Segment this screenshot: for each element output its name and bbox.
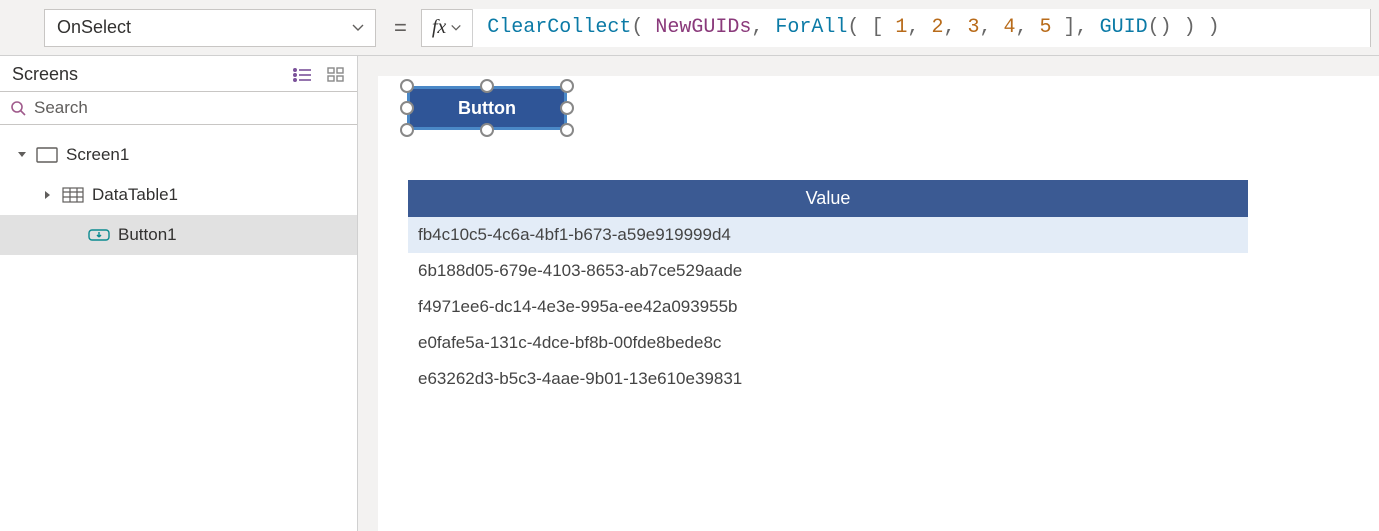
- formula-token: (: [631, 16, 655, 39]
- button-icon: [88, 227, 110, 243]
- formula-token: 1: [895, 16, 907, 39]
- tree-header: Screens: [0, 56, 357, 91]
- formula-token: 5: [1040, 16, 1052, 39]
- equals-sign: =: [386, 15, 411, 41]
- table-row[interactable]: fb4c10c5-4c6a-4bf1-b673-a59e919999d4: [408, 217, 1248, 253]
- resize-handle[interactable]: [480, 79, 494, 93]
- screen-icon: [36, 147, 58, 163]
- search-placeholder: Search: [34, 98, 88, 118]
- search-input[interactable]: Search: [0, 91, 357, 125]
- expand-icon[interactable]: [42, 190, 54, 200]
- main-area: Screens: [0, 56, 1379, 531]
- formula-token: ,: [907, 16, 931, 39]
- tree-item-screen1[interactable]: Screen1: [0, 135, 357, 175]
- formula-input[interactable]: ClearCollect( NewGUIDs, ForAll( [ 1, 2, …: [473, 9, 1370, 47]
- canvas[interactable]: Button Value fb4c10c5-4c6a-4bf1-b673-a59…: [358, 56, 1379, 531]
- button-control-text: Button: [458, 98, 516, 119]
- table-row[interactable]: e63262d3-b5c3-4aae-9b01-13e610e39831: [408, 361, 1248, 397]
- table-row[interactable]: f4971ee6-dc14-4e3e-995a-ee42a093955b: [408, 289, 1248, 325]
- collapse-icon[interactable]: [16, 150, 28, 160]
- resize-handle[interactable]: [560, 101, 574, 115]
- formula-bar: OnSelect = fx ClearCollect( NewGUIDs, Fo…: [0, 0, 1379, 56]
- resize-handle[interactable]: [400, 101, 414, 115]
- formula-token: NewGUIDs: [655, 16, 751, 39]
- formula-token: 3: [967, 16, 979, 39]
- grid-view-icon[interactable]: [327, 67, 345, 83]
- formula-token: ,: [943, 16, 967, 39]
- chevron-down-icon: [351, 21, 365, 35]
- tree-item-label: Button1: [118, 225, 177, 245]
- data-table[interactable]: Value fb4c10c5-4c6a-4bf1-b673-a59e919999…: [408, 180, 1248, 397]
- search-icon: [10, 100, 26, 116]
- tree-item-label: DataTable1: [92, 185, 178, 205]
- resize-handle[interactable]: [560, 79, 574, 93]
- formula-token: ForAll: [775, 16, 847, 39]
- formula-token: 2: [931, 16, 943, 39]
- tree: Screen1 DataTable1: [0, 131, 357, 255]
- formula-token: () ) ): [1148, 16, 1220, 39]
- table-row[interactable]: e0fafe5a-131c-4dce-bf8b-00fde8bede8c: [408, 325, 1248, 361]
- list-view-icon[interactable]: [293, 67, 313, 83]
- formula-token: ,: [1016, 16, 1040, 39]
- tree-title: Screens: [12, 64, 78, 85]
- resize-handle[interactable]: [480, 123, 494, 137]
- property-name: OnSelect: [57, 17, 131, 38]
- resize-handle[interactable]: [400, 123, 414, 137]
- table-icon: [62, 187, 84, 203]
- resize-handle[interactable]: [400, 79, 414, 93]
- formula-token: 4: [1004, 16, 1016, 39]
- tree-panel: Screens: [0, 56, 358, 531]
- formula-token: ,: [979, 16, 1003, 39]
- table-row[interactable]: 6b188d05-679e-4103-8653-ab7ce529aade: [408, 253, 1248, 289]
- formula-token: ],: [1052, 16, 1100, 39]
- resize-handle[interactable]: [560, 123, 574, 137]
- formula-token: ( [: [847, 16, 895, 39]
- fx-icon: fx: [432, 16, 446, 39]
- formula-token: ,: [751, 16, 775, 39]
- tree-item-datatable1[interactable]: DataTable1: [0, 175, 357, 215]
- fx-dropdown[interactable]: fx: [422, 9, 473, 47]
- table-header-value[interactable]: Value: [408, 180, 1248, 217]
- chevron-down-icon: [450, 22, 462, 34]
- formula-token: GUID: [1100, 16, 1148, 39]
- formula-token: ClearCollect: [487, 16, 631, 39]
- tree-item-button1[interactable]: Button1: [0, 215, 357, 255]
- property-dropdown[interactable]: OnSelect: [44, 9, 376, 47]
- canvas-sheet: Button Value fb4c10c5-4c6a-4bf1-b673-a59…: [378, 76, 1379, 531]
- tree-item-label: Screen1: [66, 145, 129, 165]
